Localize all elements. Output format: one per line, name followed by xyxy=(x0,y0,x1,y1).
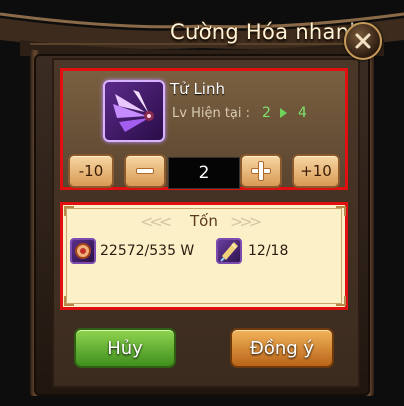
level-current: 2 xyxy=(262,105,271,121)
minus-10-button[interactable]: -10 xyxy=(68,154,114,188)
plus-icon xyxy=(252,162,270,180)
corner-ornament xyxy=(64,296,74,306)
chevron-left-ornament: <<< xyxy=(140,212,172,231)
resource-amount: 12/18 xyxy=(248,243,289,259)
confirm-button[interactable]: Đồng ý xyxy=(230,328,334,368)
plus-button[interactable] xyxy=(240,154,282,188)
level-next: 4 xyxy=(298,105,307,121)
minus-10-label: -10 xyxy=(78,162,104,180)
minus-icon xyxy=(137,169,153,173)
item-name: Tử Linh xyxy=(170,80,225,98)
feather-crystal-icon xyxy=(216,238,242,264)
cancel-button[interactable]: Hủy xyxy=(74,328,176,368)
chevron-right-ornament: >>> xyxy=(230,212,262,231)
minus-button[interactable] xyxy=(124,154,166,188)
dialog-title: Cường Hóa nhanh xyxy=(170,20,363,44)
corner-ornament xyxy=(64,206,74,216)
close-icon xyxy=(355,33,371,49)
close-button[interactable] xyxy=(344,22,382,60)
level-label: Lv Hiện tại : xyxy=(172,106,251,121)
quantity-input[interactable]: 2 xyxy=(168,157,240,189)
plus-10-button[interactable]: +10 xyxy=(292,154,340,188)
plus-10-label: +10 xyxy=(300,162,332,180)
corner-ornament xyxy=(336,206,346,216)
resource-amount: 22572/535 W xyxy=(100,243,195,259)
cancel-button-label: Hủy xyxy=(107,337,143,359)
corner-ornament xyxy=(336,296,346,306)
quantity-value: 2 xyxy=(198,163,210,183)
gold-coin-icon xyxy=(70,238,96,264)
purple-wings-icon[interactable] xyxy=(103,80,165,142)
confirm-button-label: Đồng ý xyxy=(249,337,315,359)
cost-title: Tốn xyxy=(190,212,218,230)
arrow-right-icon xyxy=(280,108,287,118)
